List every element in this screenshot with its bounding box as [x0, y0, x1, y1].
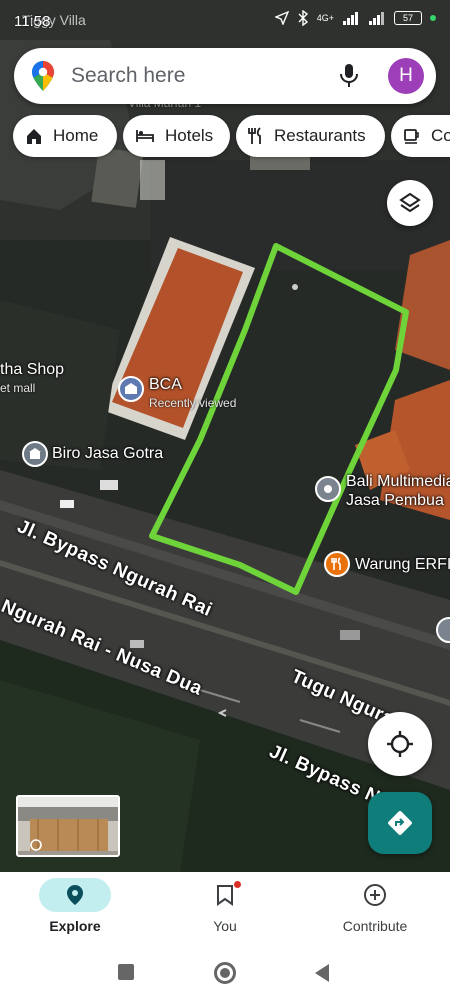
bank-icon[interactable] — [118, 376, 144, 402]
location-arrow-icon — [274, 11, 289, 25]
mic-icon[interactable] — [338, 62, 360, 90]
signal-icon — [343, 12, 358, 25]
status-time: 11:58 — [14, 13, 51, 30]
avatar[interactable]: H — [388, 58, 424, 94]
status-bar: Tiggy Villa 11:58 4G+ 57 — [0, 0, 450, 42]
home-icon — [27, 129, 41, 144]
bookmark-icon — [217, 885, 233, 906]
location-pin-icon — [67, 885, 83, 905]
notification-badge — [234, 881, 241, 888]
recent-apps-button[interactable] — [118, 964, 134, 980]
battery-icon: 57 — [394, 11, 422, 25]
nav-explore[interactable]: Explore — [0, 872, 150, 944]
bed-icon — [136, 130, 154, 142]
restaurant-icon[interactable] — [324, 551, 350, 577]
nav-you[interactable]: You — [150, 872, 300, 944]
crosshair-icon — [387, 731, 413, 757]
street-view-image — [18, 797, 118, 855]
layers-icon — [399, 192, 421, 213]
directions-icon — [388, 811, 412, 835]
chip-home-label: Home — [53, 126, 99, 145]
poi-bca-label[interactable]: BCA — [149, 376, 182, 394]
home-button[interactable] — [214, 962, 236, 984]
chip-hotels-label: Hotels — [165, 126, 214, 145]
nav-contribute-label: Contribute — [342, 918, 408, 934]
nav-explore-label: Explore — [49, 918, 101, 934]
poi-warung-label[interactable]: Warung ERFIN — [355, 556, 450, 574]
coffee-icon — [404, 129, 419, 144]
chip-hotels[interactable]: Hotels — [123, 115, 230, 157]
nav-you-label: You — [213, 918, 237, 934]
chip-home[interactable]: Home — [13, 115, 117, 157]
nav-contribute[interactable]: Contribute — [300, 872, 450, 944]
poi-bca-sub: Recently viewed — [149, 396, 237, 410]
poi-shop-label[interactable]: tha Shop — [0, 361, 64, 379]
chip-coffee[interactable]: Co — [391, 115, 450, 157]
network-type: 4G+ — [316, 13, 334, 23]
chip-restaurants[interactable]: Restaurants — [236, 115, 385, 157]
system-navigation-bar — [0, 944, 450, 1000]
signal-icon — [369, 12, 384, 25]
chip-restaurants-label: Restaurants — [274, 126, 366, 145]
maps-logo-icon — [32, 61, 54, 91]
pin-icon[interactable] — [315, 476, 341, 502]
maps-screen: BCA Recently viewed Biro Jasa Gotra Bali… — [0, 0, 450, 1000]
bottom-navigation: Explore You Contribute — [0, 872, 450, 944]
poi-bali-multimedia-sub: Jasa Pembua — [346, 492, 444, 509]
chip-coffee-label: Co — [431, 126, 450, 145]
search-input[interactable]: Search here — [71, 64, 185, 88]
layers-button[interactable] — [387, 180, 433, 226]
search-bar[interactable]: Search here H — [14, 48, 436, 104]
street-view-thumbnail[interactable] — [16, 795, 120, 857]
building-icon[interactable] — [22, 441, 48, 467]
fork-knife-icon — [248, 127, 261, 144]
plus-circle-icon — [364, 884, 386, 906]
back-icon[interactable] — [314, 963, 330, 983]
bluetooth-icon — [298, 10, 308, 26]
poi-biro-label[interactable]: Biro Jasa Gotra — [52, 445, 163, 463]
poi-shop-sub: et mall — [0, 381, 36, 395]
poi-bali-multimedia-label[interactable]: Bali Multimedia — [346, 473, 450, 491]
battery-level: 57 — [402, 13, 413, 23]
directions-button[interactable] — [368, 792, 432, 854]
privacy-indicator — [430, 15, 436, 21]
my-location-button[interactable] — [368, 712, 432, 776]
